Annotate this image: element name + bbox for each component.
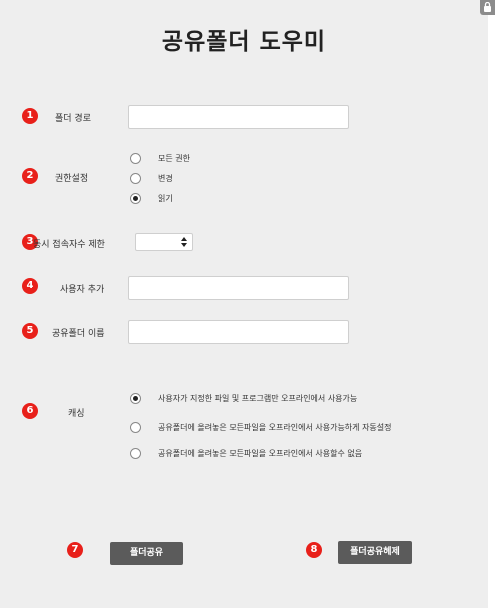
caching-label: 캐싱	[68, 409, 85, 419]
caching-option-label: 공유폴더에 올려놓은 모든파일을 오프라인에서 사용가능하게 자동설정	[158, 423, 392, 432]
lock-icon	[484, 2, 491, 12]
step-4-badge: 4	[22, 278, 38, 294]
radio-button[interactable]	[130, 173, 141, 184]
unshare-folder-button[interactable]: 폴더공유헤제	[338, 541, 412, 564]
step-8-badge: 8	[306, 542, 322, 558]
permission-label: 권한설정	[55, 174, 89, 184]
caching-option-label: 사용자가 지정한 파일 및 프로그램만 오프라인에서 사용가능	[158, 394, 358, 403]
radio-button[interactable]	[130, 448, 141, 459]
radio-button[interactable]	[130, 153, 141, 164]
folder-path-label: 폴더 경로	[55, 114, 91, 124]
page-title: 공유폴더 도우미	[161, 29, 327, 55]
share-folder-button[interactable]: 폴더공유	[110, 542, 183, 565]
step-2-badge: 2	[22, 168, 38, 184]
add-user-input[interactable]	[128, 276, 349, 300]
main-panel: 공유폴더 도우미 1 폴더 경로 2 권한설정 모든 권한 변경 읽기 3 동시…	[0, 0, 488, 608]
step-1-badge: 1	[22, 108, 38, 124]
step-7-badge: 7	[67, 542, 83, 558]
up-down-arrows-icon	[181, 237, 187, 247]
folder-path-input[interactable]	[128, 105, 349, 129]
caching-option-label: 공유폴더에 올려놓은 모든파일을 오프라인에서 사용할수 없음	[158, 449, 363, 458]
concurrent-limit-label: 동시 접속자수 제한	[33, 240, 105, 250]
share-name-input[interactable]	[128, 320, 349, 344]
step-6-badge: 6	[22, 403, 38, 419]
step-5-badge: 5	[22, 323, 38, 339]
concurrent-limit-stepper[interactable]	[135, 233, 193, 251]
radio-button[interactable]	[130, 422, 141, 433]
radio-button-checked[interactable]	[130, 193, 141, 204]
permission-option-label: 모든 권한	[158, 154, 190, 163]
add-user-label: 사용자 추가	[60, 285, 105, 295]
permission-option-label: 변경	[158, 174, 173, 183]
radio-button-checked[interactable]	[130, 393, 141, 404]
lock-badge	[480, 0, 495, 15]
permission-option-label: 읽기	[158, 194, 173, 203]
share-name-label: 공유폴더 이름	[52, 329, 105, 339]
